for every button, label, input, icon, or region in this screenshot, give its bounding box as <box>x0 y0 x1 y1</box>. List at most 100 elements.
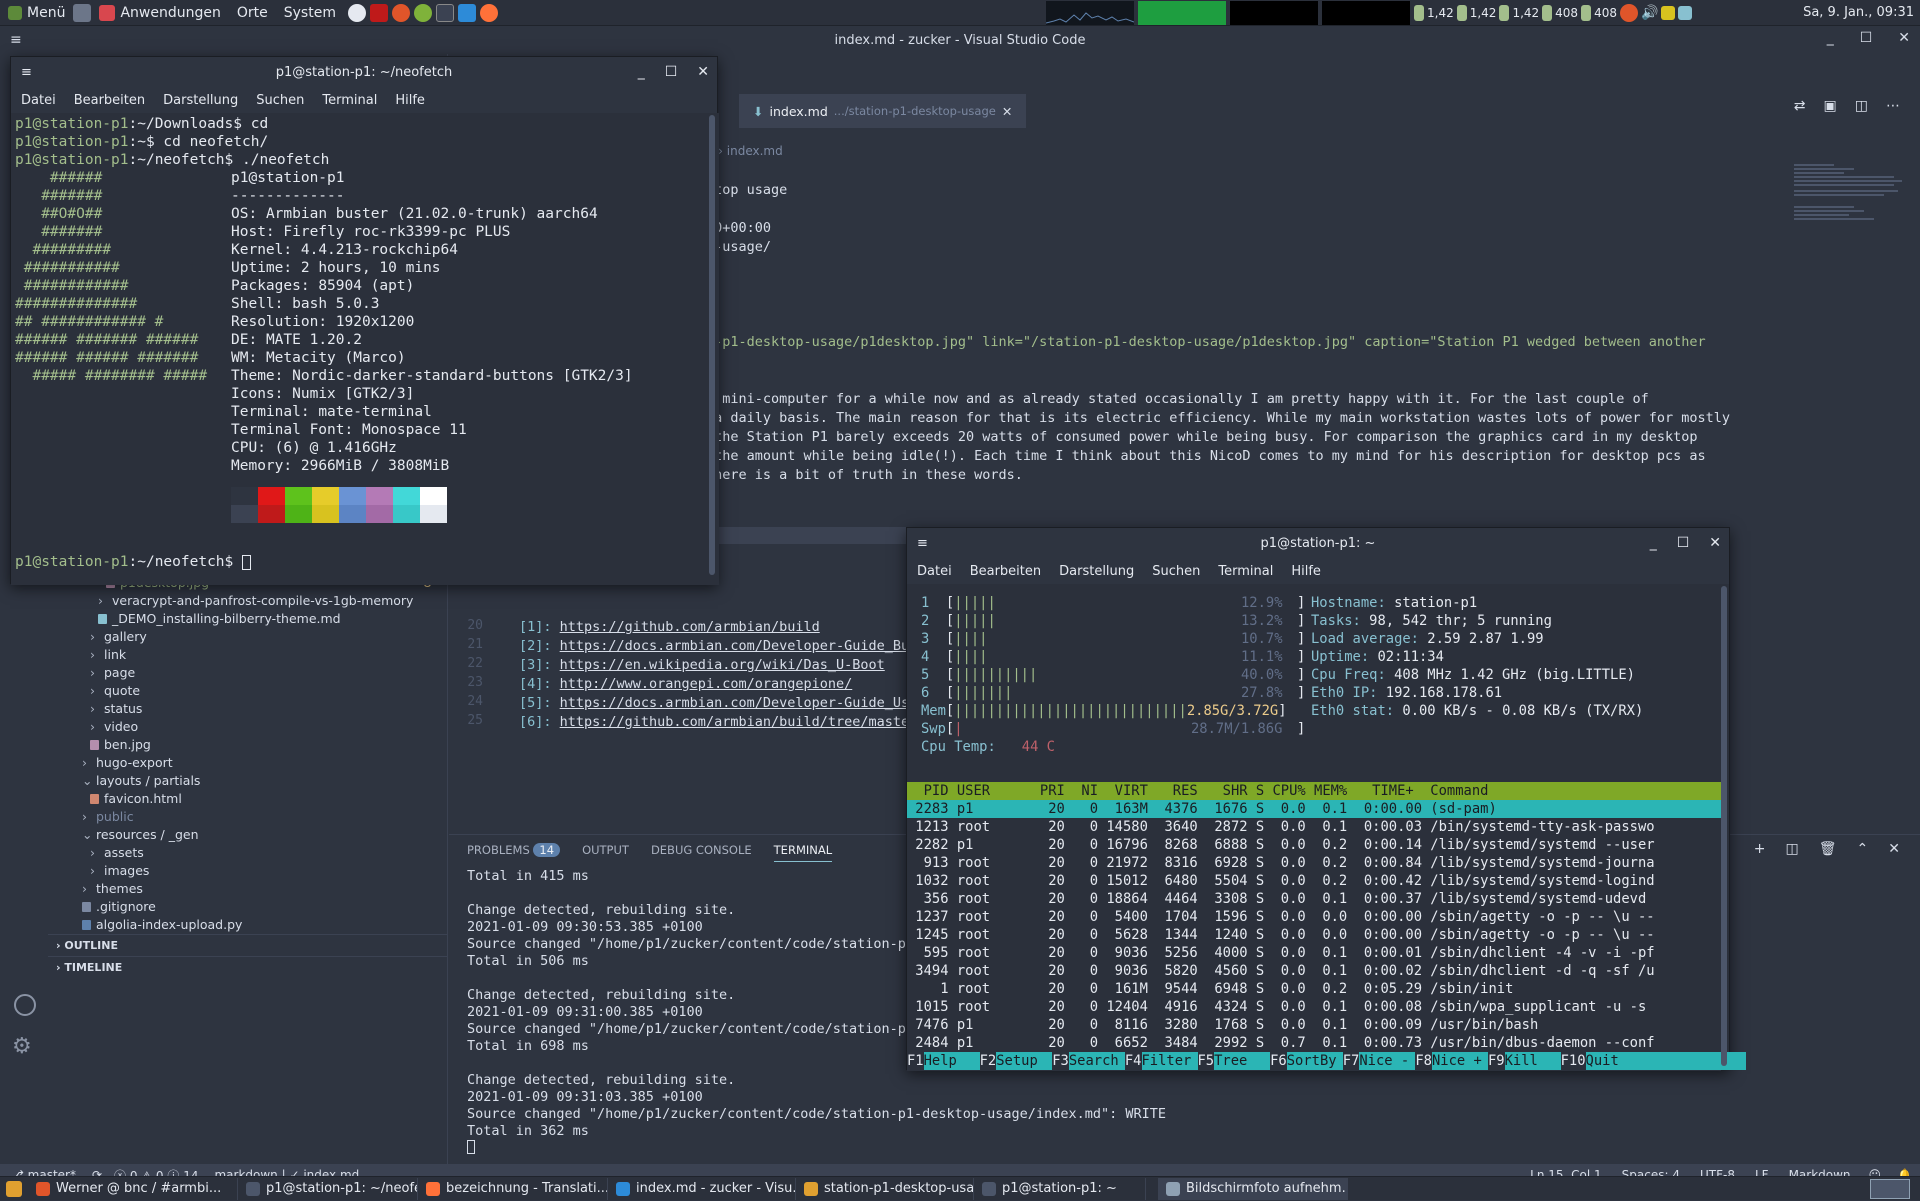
split-terminal-icon[interactable]: ◫ <box>1786 841 1799 857</box>
close-button[interactable]: ✕ <box>697 64 709 80</box>
process-row[interactable]: 1 root 20 0 161M 9544 6948 S 0.0 0.2 0:0… <box>907 980 1721 998</box>
system-tool-icon[interactable] <box>73 3 92 22</box>
preview-icon[interactable]: ▣ <box>1824 98 1837 114</box>
terminal-launcher-icon[interactable] <box>435 3 454 22</box>
process-header[interactable]: PID USER PRI NI VIRT RES SHR S CPU% MEM%… <box>907 782 1721 800</box>
menu-button[interactable]: Menü <box>0 0 73 26</box>
compare-icon[interactable]: ⇄ <box>1794 98 1806 114</box>
accounts-icon[interactable] <box>14 994 36 1016</box>
taskbar-item[interactable]: station-p1-desktop-usa... <box>796 1177 974 1200</box>
window-menu-icon[interactable]: ≡ <box>917 536 928 551</box>
kill-terminal-icon[interactable]: 🗑 <box>1819 841 1837 857</box>
cpufreq-applets[interactable]: 1,42 1,42 1,42 408 408 🔊 <box>1414 0 1693 26</box>
fkey-f1[interactable]: F1 Help <box>907 1052 980 1070</box>
menu-darstellung[interactable]: Darstellung <box>163 93 238 108</box>
fkey-f6[interactable]: F6 SortBy <box>1270 1052 1343 1070</box>
fkey-f10[interactable]: F10 Quit <box>1561 1052 1746 1070</box>
load-graph-applet[interactable] <box>1322 1 1410 25</box>
vscode-launcher-icon[interactable] <box>457 3 476 22</box>
taskbar-item[interactable]: bezeichnung - Translati... <box>418 1177 608 1200</box>
process-row[interactable]: 1213 root 20 0 14580 3640 2872 S 0.0 0.1… <box>907 818 1721 836</box>
minimize-button[interactable]: _ <box>638 64 645 80</box>
process-row[interactable]: 1245 root 20 0 5628 1344 1240 S 0.0 0.0 … <box>907 926 1721 944</box>
terminal-body[interactable]: p1@station-p1:~/Downloads$ cd p1@station-… <box>11 113 719 585</box>
taskbar-item[interactable]: index.md - zucker - Visu... <box>608 1177 796 1200</box>
process-row[interactable]: 2484 p1 20 0 6652 3484 2992 S 0.7 0.1 0:… <box>907 1034 1721 1052</box>
link-url[interactable]: https://en.wikipedia.org/wiki/Das_U-Boot <box>560 657 885 673</box>
window-menu-icon[interactable]: ≡ <box>10 32 22 48</box>
fkey-f4[interactable]: F4 Filter <box>1125 1052 1198 1070</box>
show-desktop-icon[interactable] <box>6 1180 22 1197</box>
torrent-launcher-icon[interactable] <box>413 3 432 22</box>
workspace-switcher[interactable] <box>1870 1179 1910 1199</box>
menu-darstellung[interactable]: Darstellung <box>1059 564 1134 579</box>
link-url[interactable]: http://www.orangepi.com/orangepione/ <box>560 676 853 692</box>
system-menu[interactable]: System <box>276 0 344 26</box>
process-row[interactable]: 3494 root 20 0 9036 5820 4560 S 0.0 0.1 … <box>907 962 1721 980</box>
clock[interactable]: Sa, 9. Jan., 09:31 <box>1803 0 1914 26</box>
settings-gear-icon[interactable]: ⚙ <box>12 1034 32 1059</box>
cpu-graph-applet[interactable] <box>1045 1 1135 25</box>
tab-terminal[interactable]: TERMINAL <box>773 843 833 862</box>
tab-debug-console[interactable]: DEBUG CONSOLE <box>651 843 752 862</box>
maximize-button[interactable]: ☐ <box>665 64 678 80</box>
taskbar-item[interactable]: Werner @ bnc / #armbi... <box>28 1177 238 1200</box>
menu-suchen[interactable]: Suchen <box>1152 564 1200 579</box>
filezilla-launcher-icon[interactable] <box>369 3 388 22</box>
menu-terminal[interactable]: Terminal <box>1218 564 1273 579</box>
status-x-icon[interactable] <box>1619 4 1638 22</box>
menu-datei[interactable]: Datei <box>917 564 952 579</box>
process-row[interactable]: 1032 root 20 0 15012 6480 5504 S 0.0 0.2… <box>907 872 1721 890</box>
maximize-button[interactable]: ☐ <box>1860 30 1873 46</box>
close-button[interactable]: ✕ <box>1709 535 1721 551</box>
maximize-button[interactable]: ☐ <box>1677 535 1690 551</box>
fkey-f5[interactable]: F5 Tree <box>1198 1052 1271 1070</box>
link-url[interactable]: https://github.com/armbian/build <box>560 619 820 635</box>
taskbar-item[interactable]: p1@station-p1: ~ <box>974 1177 1146 1200</box>
process-row[interactable]: 2282 p1 20 0 16796 8268 6888 S 0.0 0.2 0… <box>907 836 1721 854</box>
terminal-scrollbar[interactable] <box>1721 586 1727 1066</box>
close-button[interactable]: ✕ <box>1898 30 1910 46</box>
minimize-button[interactable]: _ <box>1827 30 1834 46</box>
taskbar-item[interactable]: p1@station-p1: ~/neofe... <box>238 1177 418 1200</box>
fkey-f7[interactable]: F7 Nice - <box>1343 1052 1416 1070</box>
split-editor-icon[interactable]: ◫ <box>1855 98 1868 114</box>
firefox-launcher-icon[interactable] <box>479 3 498 22</box>
irc-launcher-icon[interactable] <box>391 3 410 22</box>
menu-hilfe[interactable]: Hilfe <box>1291 564 1321 579</box>
process-row[interactable]: 2283 p1 20 0 163M 4376 1676 S 0.0 0.1 0:… <box>907 800 1721 818</box>
places-menu[interactable]: Orte <box>229 0 276 26</box>
maximize-panel-icon[interactable]: ⌃ <box>1857 841 1869 857</box>
minimap[interactable] <box>1794 162 1904 252</box>
menu-hilfe[interactable]: Hilfe <box>395 93 425 108</box>
volume-icon[interactable]: 🔊 <box>1641 5 1658 21</box>
memory-graph-applet[interactable] <box>1138 1 1226 25</box>
timeline-section[interactable]: › TIMELINE <box>48 956 448 978</box>
more-actions-icon[interactable]: ⋯ <box>1886 98 1900 114</box>
window-menu-icon[interactable]: ≡ <box>21 65 32 80</box>
applications-menu[interactable]: Anwendungen <box>91 0 228 26</box>
process-row[interactable]: 913 root 20 0 21972 8316 6928 S 0.0 0.2 … <box>907 854 1721 872</box>
tux-launcher-icon[interactable] <box>347 3 366 22</box>
taskbar-item[interactable]: Bildschirmfoto aufnehm... <box>1158 1177 1348 1200</box>
minimize-button[interactable]: _ <box>1650 535 1657 551</box>
process-row[interactable]: 1015 root 20 0 12404 4916 4324 S 0.0 0.1… <box>907 998 1721 1016</box>
tab-problems[interactable]: PROBLEMS 14 <box>467 843 561 862</box>
process-row[interactable]: 356 root 20 0 18864 4464 3308 S 0.0 0.1 … <box>907 890 1721 908</box>
net-graph-applet[interactable] <box>1230 1 1318 25</box>
terminal-scrollbar[interactable] <box>709 115 715 575</box>
fkey-f8[interactable]: F8 Nice + <box>1415 1052 1488 1070</box>
menu-bearbeiten[interactable]: Bearbeiten <box>74 93 145 108</box>
menu-bearbeiten[interactable]: Bearbeiten <box>970 564 1041 579</box>
menu-datei[interactable]: Datei <box>21 93 56 108</box>
process-row[interactable]: 7476 p1 20 0 8116 3280 1768 S 0.0 0.1 0:… <box>907 1016 1721 1034</box>
outline-section[interactable]: › OUTLINE <box>48 934 448 956</box>
tab-output[interactable]: OUTPUT <box>582 843 629 862</box>
menu-terminal[interactable]: Terminal <box>322 93 377 108</box>
notes-icon[interactable] <box>1661 6 1676 20</box>
process-row[interactable]: 1237 root 20 0 5400 1704 1596 S 0.0 0.0 … <box>907 908 1721 926</box>
fkey-f3[interactable]: F3 Search <box>1052 1052 1125 1070</box>
menu-suchen[interactable]: Suchen <box>256 93 304 108</box>
tab-close-icon[interactable]: ✕ <box>1002 104 1012 119</box>
process-row[interactable]: 595 root 20 0 9036 5256 4000 S 0.0 0.1 0… <box>907 944 1721 962</box>
